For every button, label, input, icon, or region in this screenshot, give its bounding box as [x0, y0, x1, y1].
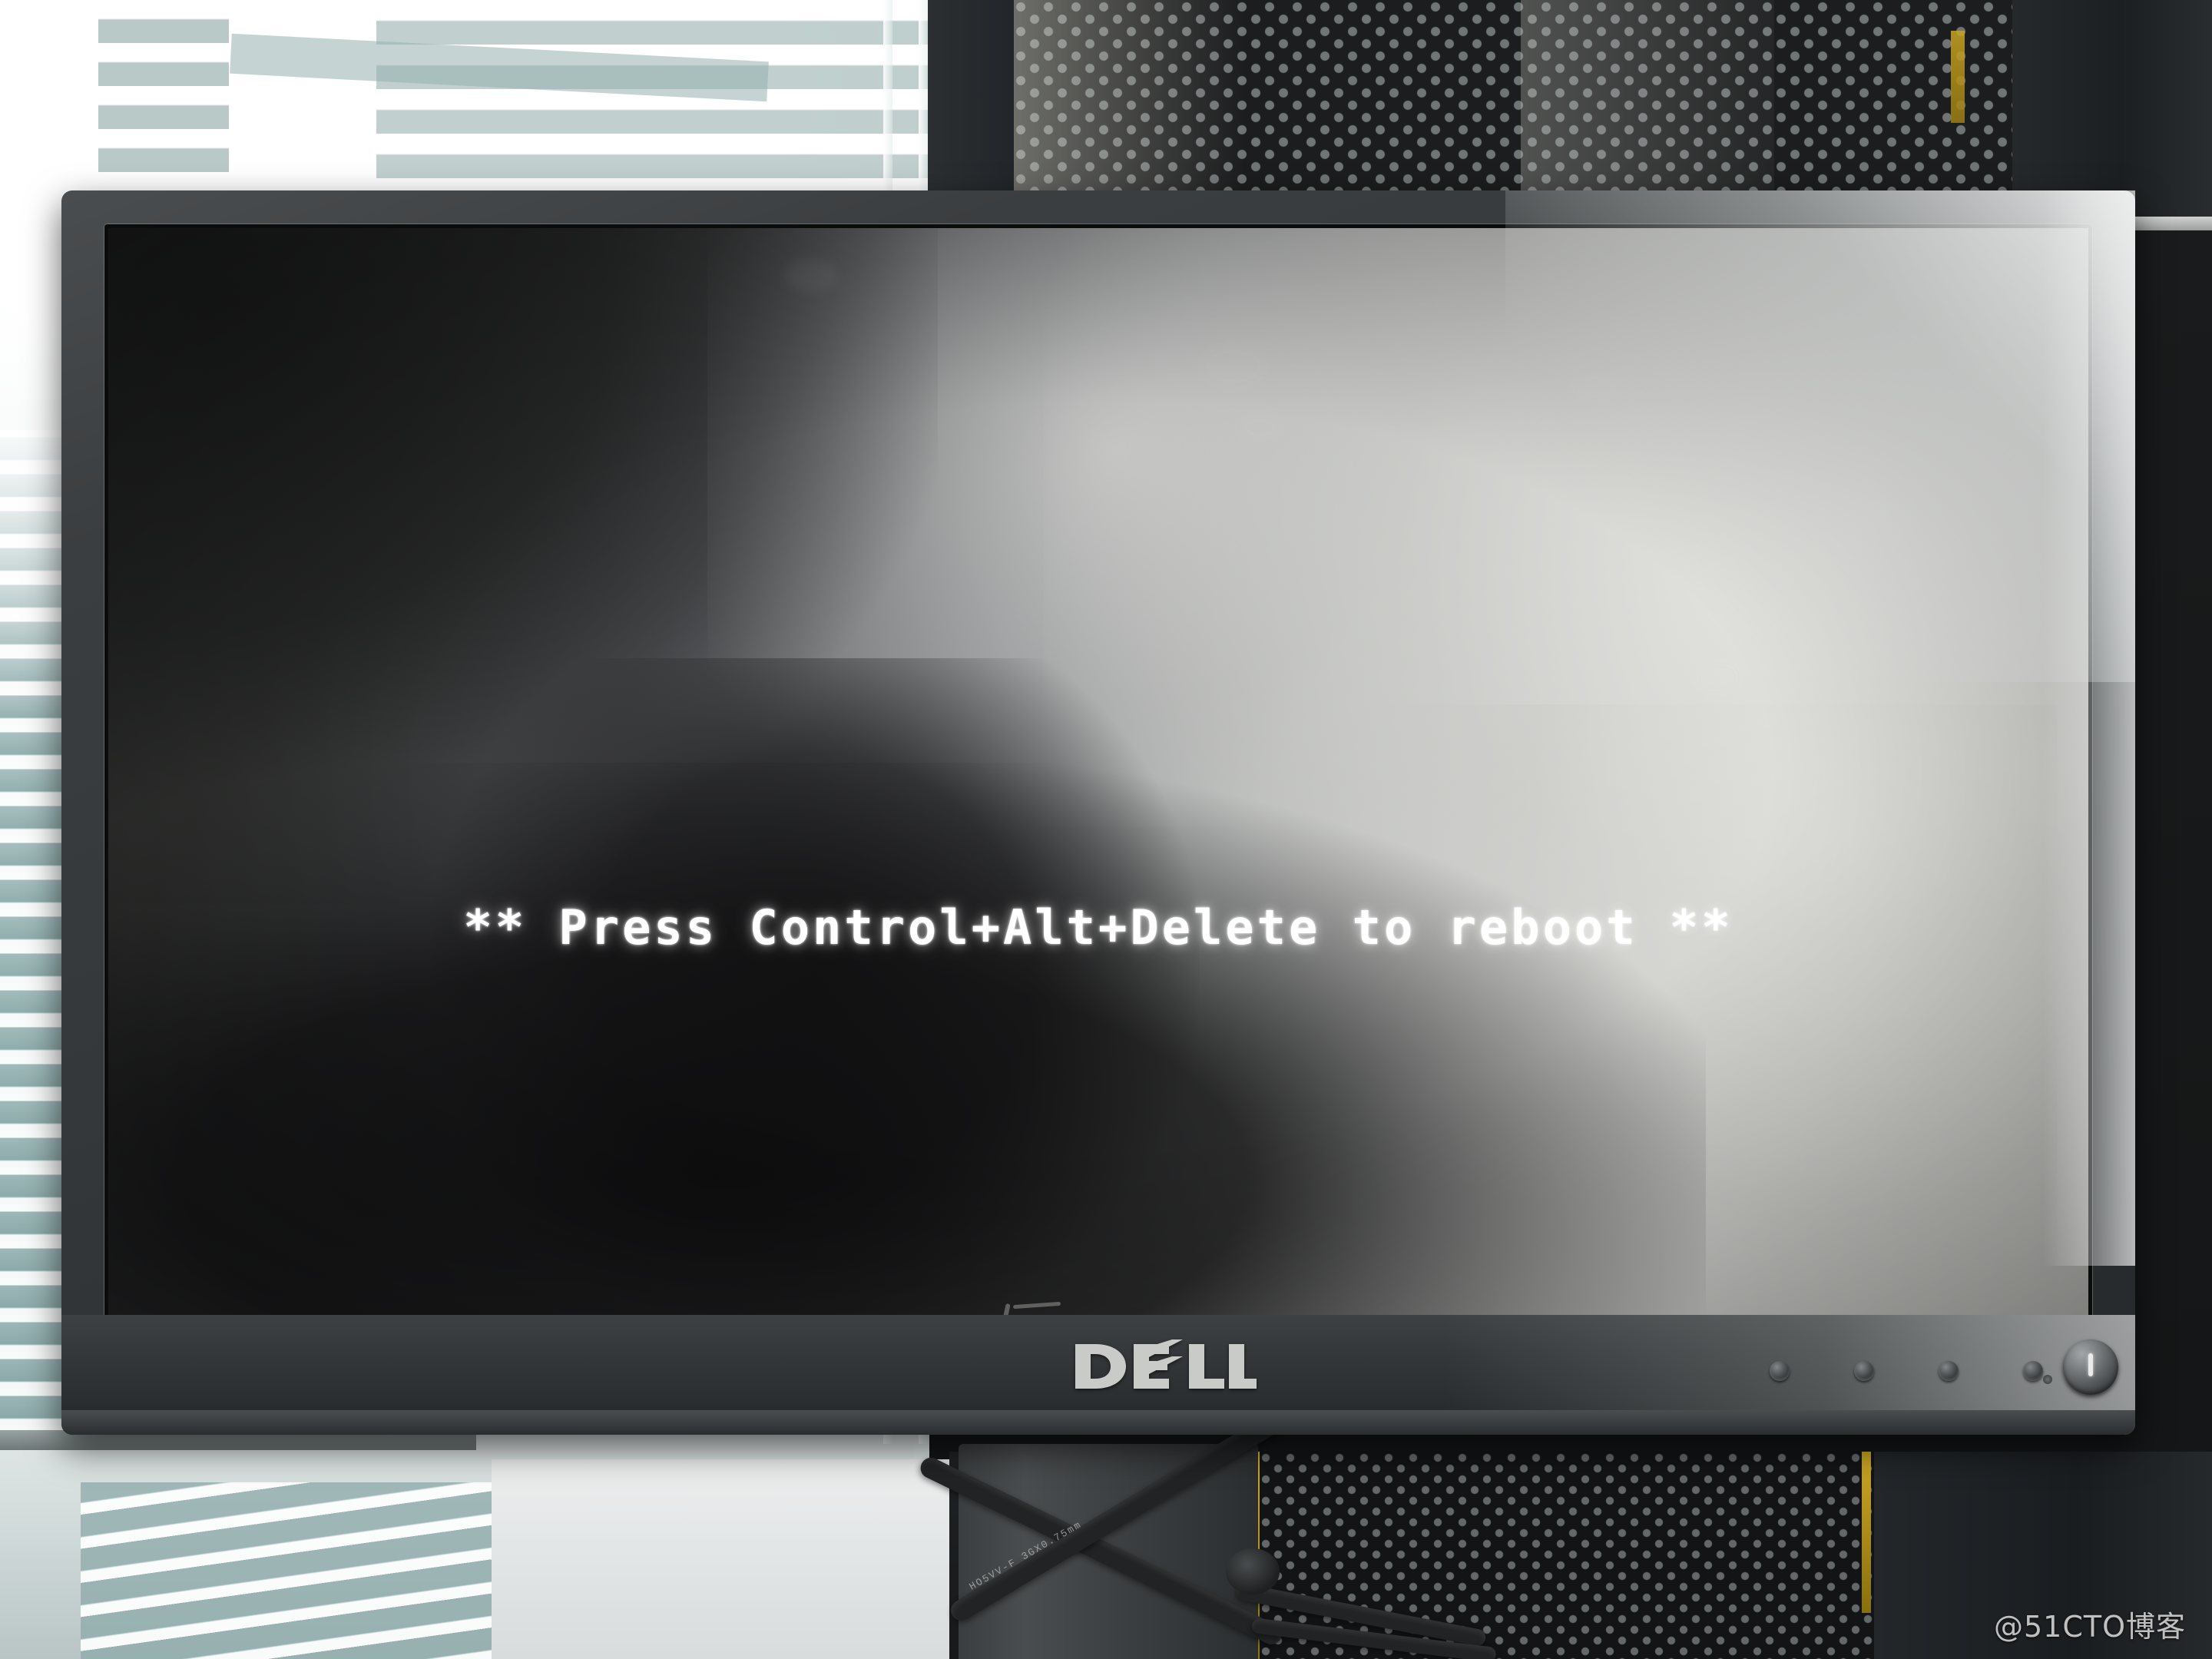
- power-icon: [2088, 1353, 2093, 1376]
- desk-surface: [492, 1459, 952, 1659]
- osd-button-1[interactable]: [1770, 1361, 1790, 1381]
- osd-button-row: [1770, 1361, 2043, 1381]
- window-blinds-bottom: [81, 1482, 511, 1659]
- watermark: @51CTO博客: [1993, 1610, 2186, 1644]
- rack-yellow-marker-top: [1951, 31, 1965, 123]
- bezel-bottom-lip: [61, 1410, 2135, 1435]
- osd-button-2[interactable]: [1854, 1361, 1874, 1381]
- osd-button-3[interactable]: [1939, 1361, 1959, 1381]
- power-led-indicator: [2043, 1375, 2052, 1384]
- dell-logo: [1074, 1339, 1258, 1393]
- cable-ferrite-knot: [1226, 1548, 1280, 1594]
- monitor-bezel-inner: ** Press Control+Alt+Delete to reboot **: [104, 224, 2092, 1320]
- screen-vignette: [108, 228, 2088, 1316]
- photo-scene: HO5VV-F 3GX0.75mm ** Press Control+Alt+D…: [0, 0, 2212, 1659]
- server-rack-mesh-bottom: [1260, 1452, 1874, 1659]
- osd-button-4[interactable]: [2023, 1361, 2043, 1381]
- monitor-screen[interactable]: ** Press Control+Alt+Delete to reboot **: [108, 228, 2088, 1316]
- power-button[interactable]: [2063, 1339, 2118, 1395]
- rack-yellow-edge-right: [1862, 1452, 1871, 1613]
- monitor-bottom-bezel: [61, 1315, 2135, 1435]
- console-reboot-message: ** Press Control+Alt+Delete to reboot **: [463, 899, 1734, 955]
- dell-monitor: ** Press Control+Alt+Delete to reboot **: [61, 190, 2135, 1435]
